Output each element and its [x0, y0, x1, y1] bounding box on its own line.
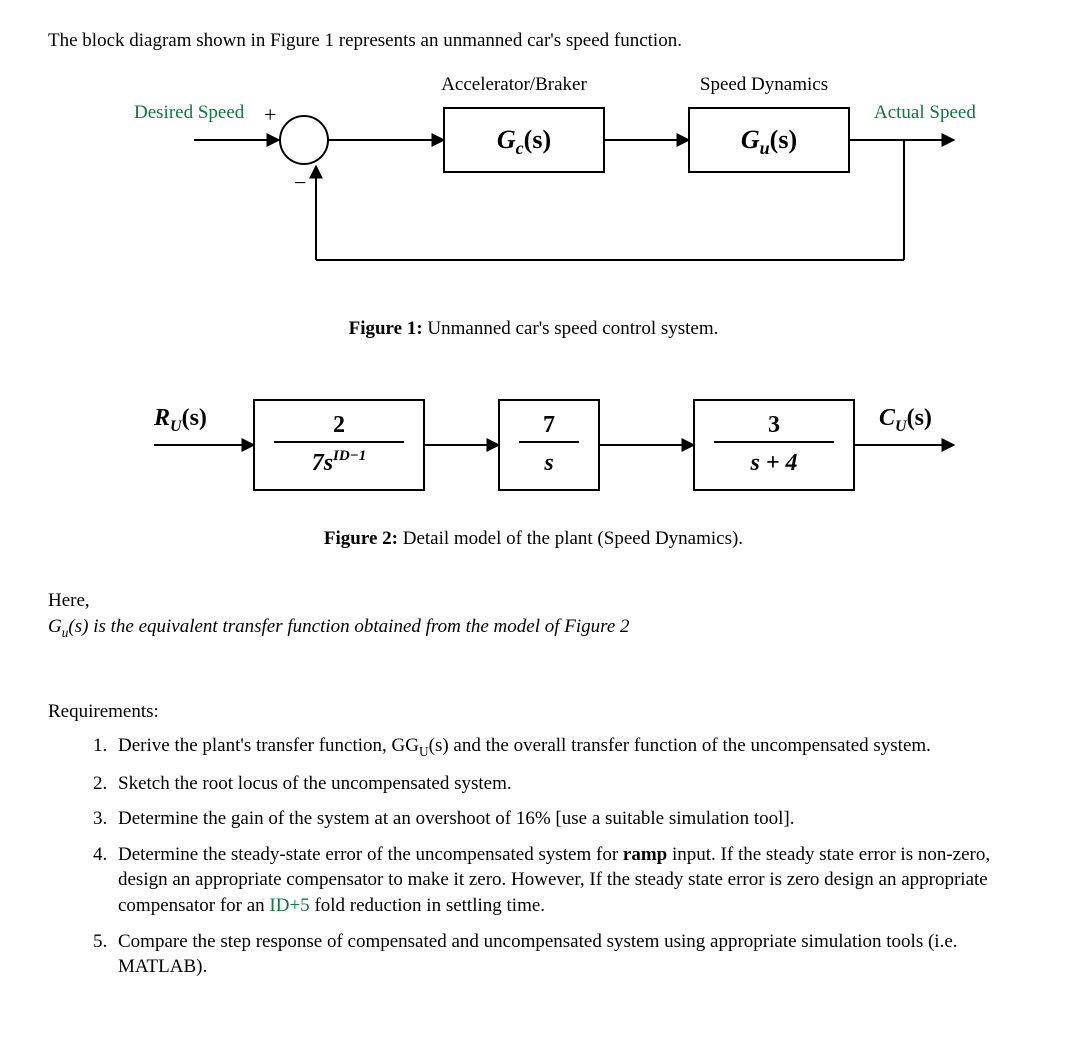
- gu-arg: (s): [769, 125, 796, 154]
- intro-text: The block diagram shown in Figure 1 repr…: [48, 30, 1019, 52]
- label-desired-speed: Desired Speed: [134, 102, 245, 123]
- requirements-title: Requirements:: [48, 701, 1019, 723]
- gc-arg: (s): [523, 125, 550, 154]
- gc-sym: G: [496, 125, 515, 154]
- b1-num: 2: [333, 412, 345, 438]
- gc-sub: c: [515, 138, 523, 158]
- req-item: Determine the gain of the system at an o…: [112, 806, 1019, 832]
- gu-sub: u: [759, 138, 769, 158]
- req-item: Derive the plant's transfer function, GG…: [112, 733, 1019, 761]
- gu-sym: G: [740, 125, 759, 154]
- req-item: Compare the step response of compensated…: [112, 929, 1019, 980]
- label-actual-speed: Actual Speed: [874, 102, 976, 123]
- req-item: Determine the steady-state error of the …: [112, 842, 1019, 919]
- svg-text:Gc(s): Gc(s): [496, 125, 550, 158]
- figure-1-caption: Figure 1: Unmanned car's speed control s…: [48, 318, 1019, 340]
- svg-text:RU(s): RU(s): [153, 405, 207, 435]
- gu-description: Gu(s) is the equivalent transfer functio…: [48, 616, 1019, 641]
- figure-2-diagram: RU(s) 2 7sID−1 7 s 3 s + 4 CU(s): [84, 370, 984, 510]
- cu-arg: (s): [906, 405, 931, 431]
- b2-num: 7: [543, 412, 555, 438]
- svg-text:Gu(s): Gu(s): [740, 125, 796, 158]
- b1-den-sup: ID−1: [332, 448, 366, 464]
- label-accel: Accelerator/Braker: [441, 74, 587, 95]
- svg-text:CU(s): CU(s): [879, 405, 932, 435]
- b3-num: 3: [768, 412, 780, 438]
- label-speed-dyn: Speed Dynamics: [699, 74, 827, 95]
- requirements-list: Derive the plant's transfer function, GG…: [48, 733, 1019, 980]
- plus-sign: +: [264, 102, 276, 127]
- ru-sym: R: [153, 405, 170, 431]
- minus-sign: −: [294, 170, 306, 195]
- summing-junction: [280, 116, 328, 164]
- cu-sym: C: [879, 405, 896, 431]
- here-label: Here,: [48, 590, 1019, 612]
- figure-2-caption: Figure 2: Detail model of the plant (Spe…: [48, 528, 1019, 550]
- b1-den-a: 7s: [311, 450, 332, 476]
- b2-den: s: [543, 450, 553, 476]
- figure-1-diagram: Accelerator/Braker Speed Dynamics Desire…: [84, 60, 984, 300]
- ru-arg: (s): [181, 405, 206, 431]
- req-item: Sketch the root locus of the uncompensat…: [112, 771, 1019, 797]
- svg-text:7sID−1: 7sID−1: [311, 448, 366, 476]
- b3-den: s + 4: [749, 450, 797, 476]
